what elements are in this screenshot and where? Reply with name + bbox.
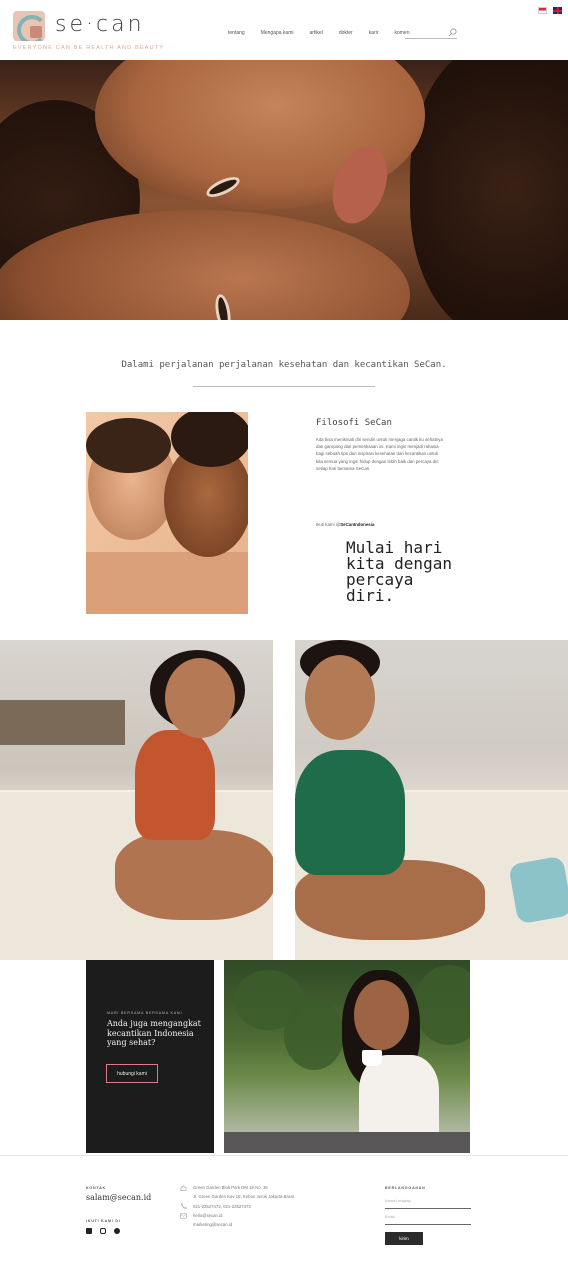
contact-us-button[interactable]: hubungi kami bbox=[106, 1064, 158, 1083]
newsletter-email-input[interactable]: Email bbox=[385, 1213, 471, 1225]
lifestyle-photo-right bbox=[295, 640, 568, 960]
cta-eyebrow: MARI BERSAMA BERSAMA KAMI bbox=[107, 1011, 183, 1015]
lifestyle-photo-left bbox=[0, 640, 273, 960]
philosophy-body: Kita bisa menikmati diri sendiri untuk m… bbox=[316, 437, 443, 471]
footer-phone[interactable]: 021-22527472, 021-22527473 bbox=[193, 1204, 251, 1209]
instagram-icon[interactable] bbox=[100, 1228, 106, 1234]
instagram-handle-link[interactable]: SeCanIndonesia bbox=[340, 522, 374, 527]
search-icon[interactable] bbox=[448, 28, 457, 37]
mail-icon bbox=[180, 1213, 187, 1219]
cta-heading: Anda juga mengangkat kecantikan Indonesi… bbox=[107, 1019, 201, 1047]
instagram-prefix: Ikuti kami @ bbox=[316, 522, 341, 527]
social-links bbox=[86, 1228, 120, 1234]
philosophy-title: Filosofi SeCan bbox=[316, 418, 392, 428]
footer-email-link[interactable]: salam@secan.id bbox=[86, 1193, 151, 1202]
brand-logo-text[interactable]: se·can bbox=[55, 12, 145, 37]
instagram-follow-text: Ikuti kami @SeCanIndonesia bbox=[316, 522, 374, 527]
newsletter-submit-button[interactable]: kirim bbox=[385, 1232, 423, 1245]
main-nav: tentang Mengapa kami artikel dokter kari… bbox=[228, 30, 425, 36]
flag-uk-icon[interactable] bbox=[553, 7, 562, 14]
nav-item-artikel[interactable]: artikel bbox=[309, 30, 322, 36]
logo-mark[interactable] bbox=[13, 11, 45, 41]
footer-address-1: Green Garden Blok Park DM 18 No. 36 bbox=[193, 1185, 268, 1190]
footer-email-2[interactable]: marketing@secan.id bbox=[193, 1222, 232, 1227]
email-icon[interactable] bbox=[86, 1228, 92, 1234]
cta-panel bbox=[86, 960, 214, 1153]
motto-text: Mulai hari kita dengan percaya diri. bbox=[346, 538, 452, 605]
footer-email-1[interactable]: hello@secan.id bbox=[193, 1213, 222, 1218]
nav-item-tentang[interactable]: tentang bbox=[228, 30, 245, 36]
cta-photo bbox=[224, 960, 470, 1153]
footer-follow-label: IKUTI KAMI DI bbox=[86, 1219, 121, 1223]
flag-indonesia-icon[interactable] bbox=[538, 7, 547, 14]
home-icon bbox=[180, 1185, 187, 1191]
newsletter-label: BERLANGGANAN bbox=[385, 1186, 426, 1190]
phone-icon bbox=[181, 1203, 187, 1209]
footer-address-2: Jl. Green Garden Kav 18, Kebon Jeruk Jak… bbox=[193, 1194, 294, 1199]
nav-item-mengapa[interactable]: Mengapa kami bbox=[261, 30, 294, 36]
footer-divider bbox=[0, 1155, 568, 1156]
divider bbox=[193, 386, 375, 387]
philosophy-photo bbox=[86, 412, 248, 614]
nav-item-dokter[interactable]: dokter bbox=[339, 30, 353, 36]
intro-heading: Dalami perjalanan perjalanan kesehatan d… bbox=[121, 360, 447, 370]
hero-image bbox=[0, 60, 568, 320]
footer-contact-label: KONTAK bbox=[86, 1186, 106, 1190]
nav-item-karir[interactable]: karir bbox=[369, 30, 379, 36]
newsletter-name-input[interactable]: Nama Lengkap bbox=[385, 1197, 471, 1209]
twitter-icon[interactable] bbox=[114, 1228, 120, 1234]
tagline: EVERYONE CAN BE HEALTH AND BEAUTY bbox=[13, 45, 165, 51]
